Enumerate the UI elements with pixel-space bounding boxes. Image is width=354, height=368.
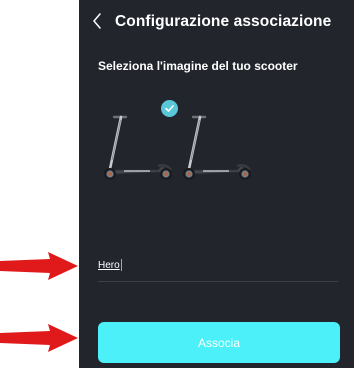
text-caret <box>121 259 122 271</box>
screenshot-stage: Configurazione associazione Seleziona l'… <box>0 0 354 368</box>
scooter-option-2[interactable] <box>181 114 253 186</box>
kick-scooter-icon <box>183 115 251 180</box>
red-arrow-annotation-button <box>0 324 78 352</box>
back-button[interactable] <box>88 10 106 32</box>
pairing-config-screen: Configurazione associazione Seleziona l'… <box>79 0 354 368</box>
associa-button[interactable]: Associa <box>98 322 340 363</box>
scooter-name-value: Hero <box>98 260 120 271</box>
kick-scooter-icon <box>104 115 172 180</box>
scooter-name-input[interactable]: Hero <box>98 255 338 282</box>
page-title: Configurazione associazione <box>115 13 332 30</box>
red-arrow-annotation-name <box>0 252 78 280</box>
scooter-image-prompt: Seleziona l'imagine del tuo scooter <box>98 59 298 73</box>
scooter-option-1[interactable] <box>102 114 174 186</box>
chevron-left-icon <box>93 13 101 29</box>
selected-check-icon <box>161 100 178 117</box>
